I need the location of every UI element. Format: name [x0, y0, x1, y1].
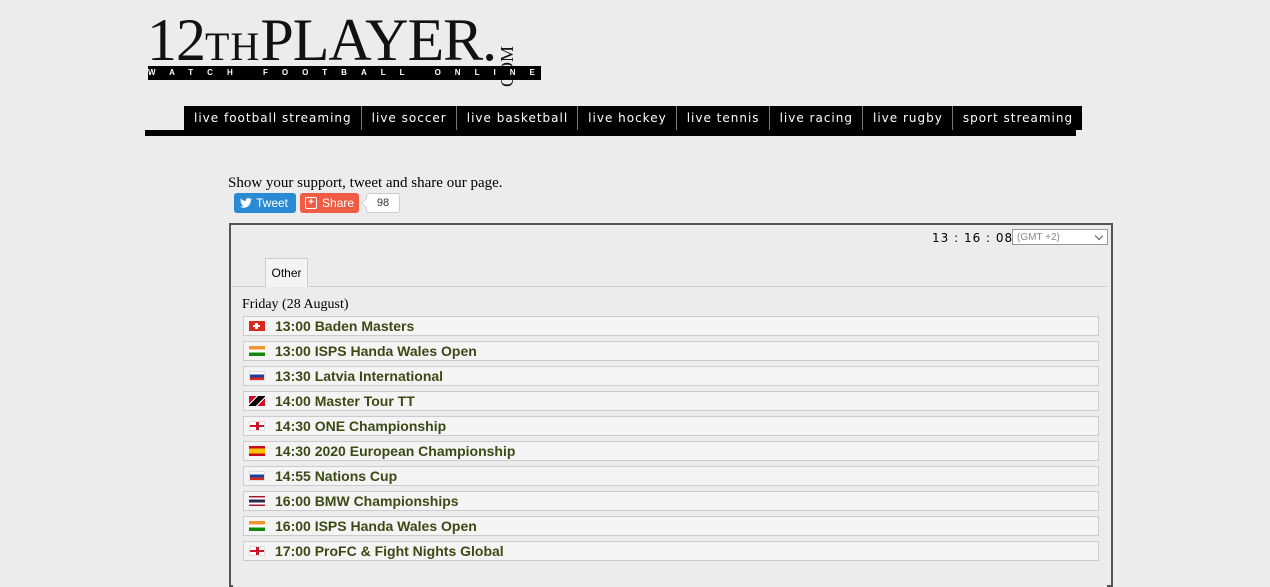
event-row[interactable]: 14:55 Nations Cup [243, 466, 1099, 486]
support-text: Show your support, tweet and share our p… [228, 175, 503, 191]
plus-icon: + [305, 197, 318, 209]
site-logo[interactable]: 12THPLAYER. COM WATCH FOOTBALL ONLINE [145, 8, 545, 87]
england-flag-icon [249, 546, 265, 556]
event-row[interactable]: 14:00 Master Tour TT [243, 391, 1099, 411]
event-text: 16:00 ISPS Handa Wales Open [275, 518, 477, 534]
share-button[interactable]: + Share [300, 193, 360, 213]
event-row[interactable]: 13:00 ISPS Handa Wales Open [243, 341, 1099, 361]
event-text: 17:00 ProFC & Fight Nights Global [275, 543, 504, 559]
nav-live-rugby[interactable]: live rugby [862, 106, 953, 130]
share-count: 98 [361, 193, 401, 213]
tweet-label: Tweet [256, 196, 289, 210]
russia-flag-icon [249, 371, 265, 381]
event-text: 13:00 Baden Masters [275, 318, 415, 334]
nav-live-soccer[interactable]: live soccer [361, 106, 457, 130]
event-row[interactable]: 13:00 Baden Masters [243, 316, 1099, 336]
england-flag-icon [249, 421, 265, 431]
tab-content: Friday (28 August) 13:00 Baden Masters 1… [233, 286, 1107, 587]
event-row[interactable]: 13:30 Latvia International [243, 366, 1099, 386]
india-flag-icon [249, 521, 265, 531]
event-row[interactable]: 14:30 ONE Championship [243, 416, 1099, 436]
nav-live-basketball[interactable]: live basketball [456, 106, 579, 130]
nav-divider [145, 130, 1076, 136]
spain-flag-icon [249, 446, 265, 456]
event-row[interactable]: 14:30 2020 European Championship [243, 441, 1099, 461]
event-text: 13:00 ISPS Handa Wales Open [275, 343, 477, 359]
nav-live-racing[interactable]: live racing [769, 106, 863, 130]
logo-tagline: WATCH FOOTBALL ONLINE [148, 66, 541, 80]
event-text: 13:30 Latvia International [275, 368, 444, 384]
chevron-down-icon [1094, 231, 1104, 241]
main-nav: live football streaming live soccer live… [184, 106, 1083, 130]
india-flag-icon [249, 346, 265, 356]
nav-sport-streaming[interactable]: sport streaming [952, 106, 1083, 130]
event-text: 16:00 BMW Championships [275, 493, 459, 509]
event-text: 14:30 2020 European Championship [275, 443, 516, 459]
day-heading: Friday (28 August) [242, 297, 349, 312]
event-text: 14:30 ONE Championship [275, 418, 447, 434]
event-row[interactable]: 16:00 ISPS Handa Wales Open [243, 516, 1099, 536]
clock: 13 : 16 : 08 [932, 231, 1014, 245]
nav-live-football-streaming[interactable]: live football streaming [184, 106, 362, 130]
event-list: 13:00 Baden Masters 13:00 ISPS Handa Wal… [243, 316, 1099, 566]
trinidad-flag-icon [249, 396, 265, 406]
event-row[interactable]: 16:00 BMW Championships [243, 491, 1099, 511]
nav-live-hockey[interactable]: live hockey [578, 106, 677, 130]
share-label: Share [322, 196, 355, 210]
tab-other[interactable]: Other [265, 258, 308, 287]
russia-flag-icon [249, 471, 265, 481]
twitter-bird-icon [240, 198, 252, 208]
thailand-flag-icon [249, 496, 265, 506]
timezone-select[interactable]: (GMT +2) [1012, 229, 1108, 245]
timezone-value: (GMT +2) [1017, 232, 1060, 243]
share-buttons: Tweet + Share 98 [234, 193, 401, 213]
event-text: 14:55 Nations Cup [275, 468, 398, 484]
event-text: 14:00 Master Tour TT [275, 393, 415, 409]
tweet-button[interactable]: Tweet [234, 193, 297, 213]
event-row[interactable]: 17:00 ProFC & Fight Nights Global [243, 541, 1099, 561]
switzerland-flag-icon [249, 321, 265, 331]
nav-live-tennis[interactable]: live tennis [676, 106, 770, 130]
schedule-panel: 13 : 16 : 08 (GMT +2) Other Friday (28 A… [229, 223, 1113, 587]
